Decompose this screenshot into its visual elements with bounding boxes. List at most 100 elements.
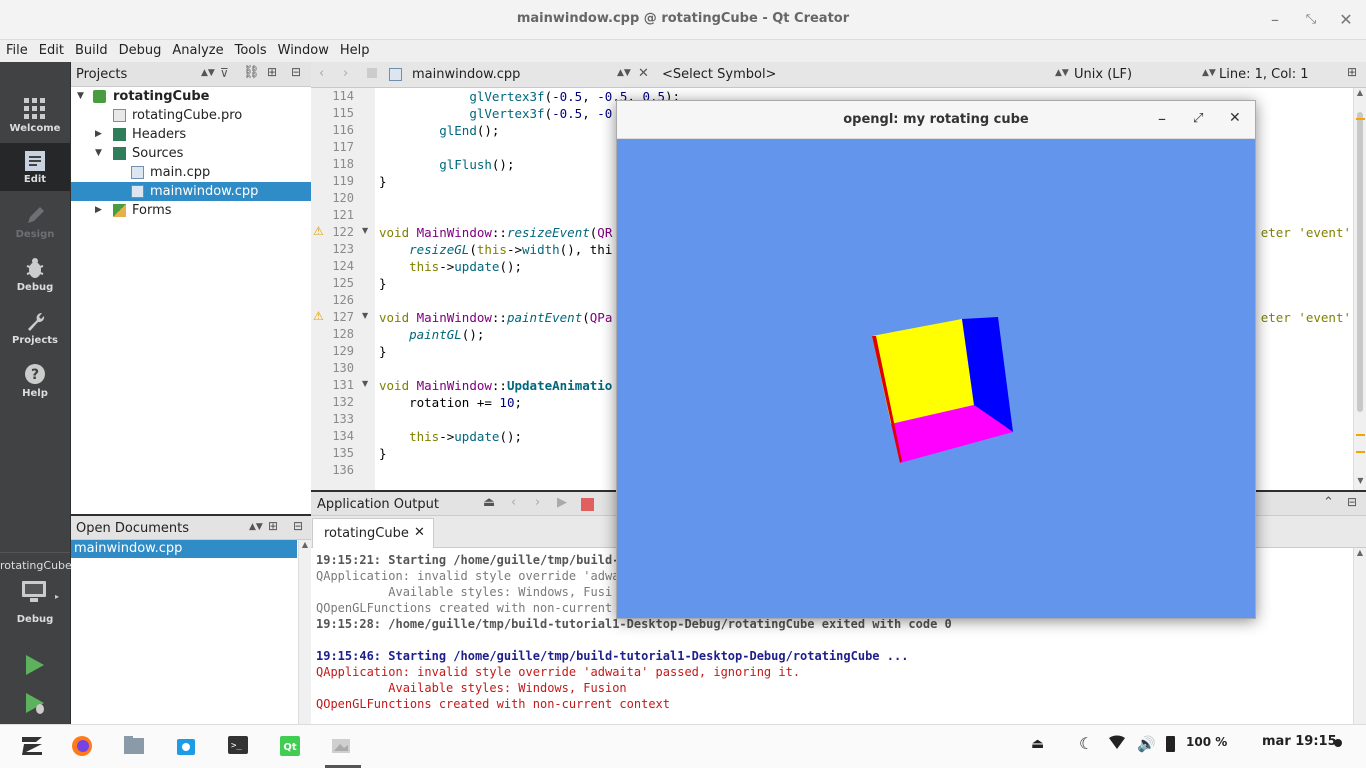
opengl-window-titlebar[interactable]: opengl: my rotating cube – ⤢ ✕ xyxy=(617,101,1255,139)
close-button[interactable]: ✕ xyxy=(1229,110,1241,126)
tree-item-main-cpp[interactable]: main.cpp xyxy=(71,163,311,182)
code-line[interactable]: this->update(); xyxy=(379,429,522,444)
scroll-up-icon[interactable]: ▲ xyxy=(1354,88,1366,97)
attach-icon[interactable]: ⏏ xyxy=(483,495,495,510)
terminal-icon[interactable]: >_ xyxy=(226,733,252,759)
warning-icon[interactable]: ⚠ xyxy=(313,224,324,238)
gl-canvas[interactable] xyxy=(617,139,1255,618)
view-selector-arrow-icon[interactable]: ▲▼ xyxy=(201,68,215,78)
menu-analyze[interactable]: Analyze xyxy=(166,40,228,58)
rerun-icon[interactable]: ▶ xyxy=(557,495,567,510)
line-ending-arrow-icon[interactable]: ▲▼ xyxy=(1202,68,1216,78)
software-icon[interactable] xyxy=(174,733,200,759)
menu-build[interactable]: Build xyxy=(69,40,113,58)
tree-item-forms[interactable]: ▶ Forms xyxy=(71,201,311,220)
mode-welcome[interactable]: Welcome xyxy=(0,92,70,144)
menu-edit[interactable]: Edit xyxy=(33,40,69,58)
zorin-menu-icon[interactable] xyxy=(20,733,46,759)
clock[interactable]: mar 19:15 xyxy=(1262,734,1337,749)
scroll-down-icon[interactable]: ▼ xyxy=(1354,476,1366,485)
editor-scrollbar[interactable]: ▲ ▼ xyxy=(1353,88,1366,490)
stop-icon[interactable] xyxy=(581,498,594,511)
fold-arrow-icon[interactable]: ▼ xyxy=(362,311,368,320)
files-icon[interactable] xyxy=(122,733,148,759)
menu-window[interactable]: Window xyxy=(272,40,334,58)
warning-icon[interactable]: ⚠ xyxy=(313,309,324,323)
close-pane-icon[interactable]: ⊟ xyxy=(291,65,301,79)
split-icon[interactable]: ⊞ xyxy=(1347,65,1357,79)
monitor-icon[interactable] xyxy=(21,580,47,608)
code-line[interactable]: } xyxy=(379,174,387,189)
code-line[interactable]: void MainWindow::UpdateAnimatio xyxy=(379,378,612,393)
close-pane-icon[interactable]: ⊟ xyxy=(293,519,303,533)
mode-edit[interactable]: Edit xyxy=(0,143,70,191)
fold-arrow-icon[interactable]: ▼ xyxy=(362,226,368,235)
code-line[interactable]: } xyxy=(379,276,387,291)
fold-arrow-icon[interactable]: ▼ xyxy=(362,379,368,388)
kit-selector-arrow-icon[interactable]: ▸ xyxy=(55,592,59,601)
close-pane-icon[interactable]: ⊟ xyxy=(1347,495,1357,509)
firefox-icon[interactable] xyxy=(70,733,96,759)
close-button[interactable]: ✕ xyxy=(1336,10,1356,30)
open-documents-scrollbar[interactable]: ▲ xyxy=(298,540,311,724)
notification-dot-icon[interactable] xyxy=(1334,739,1342,747)
expanded-arrow-icon[interactable]: ▼ xyxy=(95,144,102,163)
next-item-icon[interactable]: › xyxy=(535,495,540,510)
minimize-button[interactable]: – xyxy=(1265,10,1285,30)
battery-icon[interactable] xyxy=(1166,736,1175,752)
maximize-pane-icon[interactable]: ⌃ xyxy=(1323,495,1334,510)
restore-button[interactable]: ⤡ xyxy=(1301,10,1321,30)
collapsed-arrow-icon[interactable]: ▶ xyxy=(95,125,102,144)
symbol-selector[interactable]: <Select Symbol> xyxy=(662,67,776,82)
mode-debug[interactable]: Debug xyxy=(0,251,70,303)
menu-file[interactable]: File xyxy=(0,40,33,58)
night-light-icon[interactable]: ☾ xyxy=(1079,734,1093,753)
image-viewer-icon[interactable] xyxy=(330,733,356,759)
code-line[interactable]: rotation += 10; xyxy=(379,395,522,410)
maximize-button[interactable]: ⤢ xyxy=(1193,111,1203,126)
code-line[interactable]: resizeGL(this->width(), thi xyxy=(379,242,612,257)
symbol-selector-arrow-icon[interactable]: ▲▼ xyxy=(1055,68,1069,78)
split-icon[interactable]: ⊞ xyxy=(268,519,278,533)
forward-arrow-icon[interactable]: › xyxy=(343,66,348,81)
line-ending-selector[interactable]: Unix (LF) xyxy=(1074,67,1132,82)
code-line[interactable]: void MainWindow::resizeEvent(QR xyxy=(379,225,612,240)
tree-item-project[interactable]: ▼ rotatingCube xyxy=(71,87,311,106)
collapsed-arrow-icon[interactable]: ▶ xyxy=(95,201,102,220)
link-icon[interactable]: ⛓ xyxy=(243,65,260,80)
code-line[interactable]: } xyxy=(379,446,387,461)
tree-item-sources[interactable]: ▼ Sources xyxy=(71,144,311,163)
tree-item-pro-file[interactable]: rotatingCube.pro xyxy=(71,106,311,125)
minimize-button[interactable]: – xyxy=(1158,109,1166,128)
wifi-icon[interactable] xyxy=(1108,735,1126,755)
close-tab-icon[interactable]: ✕ xyxy=(414,525,425,540)
expanded-arrow-icon[interactable]: ▼ xyxy=(77,87,84,106)
opengl-window[interactable]: opengl: my rotating cube – ⤢ ✕ xyxy=(616,100,1256,619)
menu-tools[interactable]: Tools xyxy=(229,40,272,58)
view-selector-arrow-icon[interactable]: ▲▼ xyxy=(249,522,263,532)
split-icon[interactable]: ⊞ xyxy=(267,65,277,79)
menu-help[interactable]: Help xyxy=(334,40,375,58)
menu-debug[interactable]: Debug xyxy=(113,40,167,58)
filter-icon[interactable]: ⊽ xyxy=(220,66,229,80)
mode-design[interactable]: Design xyxy=(0,198,70,250)
code-line[interactable]: paintGL(); xyxy=(379,327,484,342)
debug-run-button[interactable] xyxy=(24,692,48,720)
run-button[interactable] xyxy=(24,654,46,680)
scroll-thumb[interactable] xyxy=(1357,112,1363,412)
tree-item-headers[interactable]: ▶ Headers xyxy=(71,125,311,144)
cursor-position[interactable]: Line: 1, Col: 1 xyxy=(1219,67,1309,82)
back-arrow-icon[interactable]: ‹ xyxy=(319,66,324,81)
editor-file-selector[interactable]: mainwindow.cpp xyxy=(412,67,520,82)
mode-help[interactable]: ? Help xyxy=(0,357,70,409)
mode-projects[interactable]: Projects xyxy=(0,304,70,356)
output-tab[interactable]: rotatingCube ✕ xyxy=(312,518,434,548)
code-line[interactable]: glEnd(); xyxy=(379,123,499,138)
code-line[interactable]: this->update(); xyxy=(379,259,522,274)
code-line[interactable]: glFlush(); xyxy=(379,157,514,172)
qt-creator-icon[interactable]: Qt xyxy=(278,733,304,759)
file-selector-arrow-icon[interactable]: ▲▼ xyxy=(617,68,631,78)
code-line[interactable]: } xyxy=(379,344,387,359)
tree-item-mainwindow-cpp[interactable]: mainwindow.cpp xyxy=(71,182,311,201)
open-document-item[interactable]: mainwindow.cpp xyxy=(71,540,297,558)
